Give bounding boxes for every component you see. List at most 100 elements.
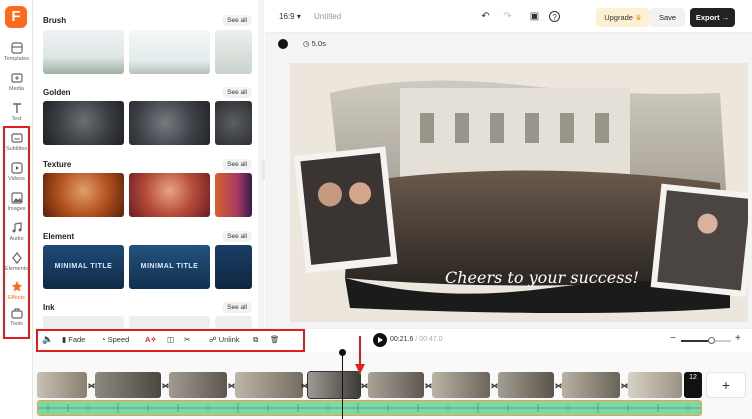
effect-thumb-minimal-title[interactable]: MINIMAL TITLE [129, 245, 210, 289]
nav-item-images[interactable]: Images [0, 190, 33, 220]
speed-button[interactable]: ◔ Speed [101, 335, 129, 344]
nav-item-tools[interactable]: Tools [0, 305, 33, 335]
see-all-texture[interactable]: See all [222, 159, 252, 170]
timeline-clip[interactable] [432, 372, 490, 398]
timeline-clip[interactable] [235, 372, 303, 398]
app-logo[interactable]: F [5, 6, 27, 28]
arrow-right-icon: → [721, 13, 730, 22]
zoom-slider[interactable] [681, 337, 731, 344]
transition-marker[interactable]: ⋈ [88, 382, 95, 390]
effect-thumb-minimal-title[interactable]: MINIMAL TITLE [43, 245, 124, 289]
nav-item-text[interactable]: Text [0, 100, 33, 130]
fade-label: Fade [68, 335, 86, 344]
timeline-clip[interactable] [498, 372, 554, 398]
audio-track[interactable] [37, 400, 702, 416]
add-clip-button[interactable]: + [706, 372, 746, 398]
nav-item-audio[interactable]: Audio [0, 220, 33, 250]
project-title[interactable]: Untitled [314, 12, 341, 21]
see-all-golden[interactable]: See all [222, 87, 252, 98]
effects-icon [11, 281, 22, 292]
timeline-clip[interactable] [95, 372, 161, 398]
time-readout: 00:21.6 / 00:47.0 [390, 336, 443, 343]
background-color-swatch[interactable] [278, 39, 288, 49]
zoom-slider-knob[interactable] [708, 337, 715, 344]
scissors-icon[interactable]: ✂ [184, 335, 190, 344]
videos-icon [10, 162, 23, 174]
timeline-clip[interactable] [562, 372, 620, 398]
unlink-button[interactable]: ☍ Unlink [209, 335, 240, 344]
transition-marker[interactable]: ⋈ [162, 382, 169, 390]
nav-label: Images [7, 206, 26, 212]
help-icon[interactable]: ? [549, 11, 560, 22]
section-title-golden: Golden [43, 88, 71, 97]
effect-thumb[interactable] [129, 316, 210, 328]
effect-thumb[interactable] [129, 173, 210, 217]
transition-marker[interactable]: ⋈ [301, 382, 308, 390]
see-all-element[interactable]: See all [222, 231, 252, 242]
nav-item-templates[interactable]: Templates [0, 40, 33, 70]
effect-thumb[interactable] [129, 30, 210, 74]
effect-thumb[interactable] [129, 101, 210, 145]
aspect-ratio-select[interactable]: 16:9 ▾ [279, 12, 301, 21]
effect-thumb[interactable] [215, 316, 252, 328]
zoom-in-icon[interactable]: + [735, 333, 741, 344]
speed-icon: ◔ [101, 335, 106, 344]
effect-thumb[interactable] [43, 173, 124, 217]
transition-marker[interactable]: ⋈ [555, 382, 562, 390]
export-button[interactable]: Export → [690, 8, 735, 27]
delete-icon[interactable]: 🗑 [270, 335, 280, 344]
playhead[interactable] [339, 349, 346, 419]
effect-thumb[interactable] [215, 30, 252, 74]
preview-stage[interactable]: Cheers to your success! [290, 63, 748, 322]
fade-button[interactable]: ▮ Fade [62, 335, 85, 344]
effect-thumb[interactable] [215, 173, 252, 217]
export-label: Export [695, 13, 720, 22]
playhead-handle[interactable] [339, 349, 346, 356]
annotation-arrow [355, 336, 365, 374]
play-button[interactable] [373, 333, 387, 347]
nav-label: Tools [10, 321, 23, 327]
zoom-out-icon[interactable]: − [670, 333, 676, 344]
duration-control[interactable]: ◷ 5.0s [303, 39, 326, 48]
effects-panel: Brush See all Golden See all Texture See… [34, 0, 258, 328]
screenshot-icon[interactable]: ▣ [529, 11, 540, 22]
see-all-brush[interactable]: See all [222, 15, 252, 26]
upgrade-button[interactable]: Upgrade ♛ [596, 8, 650, 27]
effect-thumb[interactable] [43, 30, 124, 74]
transition-marker[interactable]: ⋈ [491, 382, 498, 390]
nav-label: Subtitles [5, 146, 28, 152]
nav-label: Elements [5, 266, 28, 272]
left-nav: F Templates Media Text Subtitles Videos … [0, 0, 33, 419]
duration-value: 5.0s [311, 39, 326, 48]
transition-marker[interactable]: ⋈ [621, 382, 628, 390]
redo-icon[interactable]: ↷ [502, 11, 513, 22]
caption-text[interactable]: Cheers to your success! [445, 268, 639, 287]
audio-waveform [38, 403, 701, 413]
save-button[interactable]: Save [650, 8, 685, 27]
see-all-ink[interactable]: See all [222, 302, 252, 313]
timeline-clip[interactable] [368, 372, 424, 398]
nav-item-videos[interactable]: Videos [0, 160, 33, 190]
nav-item-elements[interactable]: Elements [0, 250, 33, 280]
transition-marker[interactable]: ⋈ [425, 382, 432, 390]
nav-item-media[interactable]: Media [0, 70, 33, 100]
timeline-clip[interactable] [169, 372, 227, 398]
effect-thumb[interactable] [215, 101, 252, 145]
nav-item-subtitles[interactable]: Subtitles [0, 130, 33, 160]
effect-thumb[interactable] [43, 316, 124, 328]
transition-marker[interactable]: ⋈ [228, 382, 235, 390]
timeline-clip[interactable] [628, 372, 682, 398]
auto-subtitle-icon[interactable]: A✧ [145, 335, 157, 344]
effect-thumb[interactable] [43, 101, 124, 145]
transition-marker[interactable]: ⋈ [361, 382, 368, 390]
timeline-clip[interactable] [37, 372, 87, 398]
section-title-texture: Texture [43, 160, 72, 169]
clip-count-badge: 12 [684, 372, 702, 398]
undo-icon[interactable]: ↶ [480, 11, 491, 22]
subtitles-icon [10, 133, 23, 143]
split-icon[interactable]: ◫ [167, 335, 174, 344]
effect-thumb[interactable] [215, 245, 252, 289]
duplicate-icon[interactable]: ⧉ [253, 335, 258, 345]
nav-label: Text [11, 116, 22, 122]
volume-icon[interactable]: 🔈 [42, 334, 53, 345]
